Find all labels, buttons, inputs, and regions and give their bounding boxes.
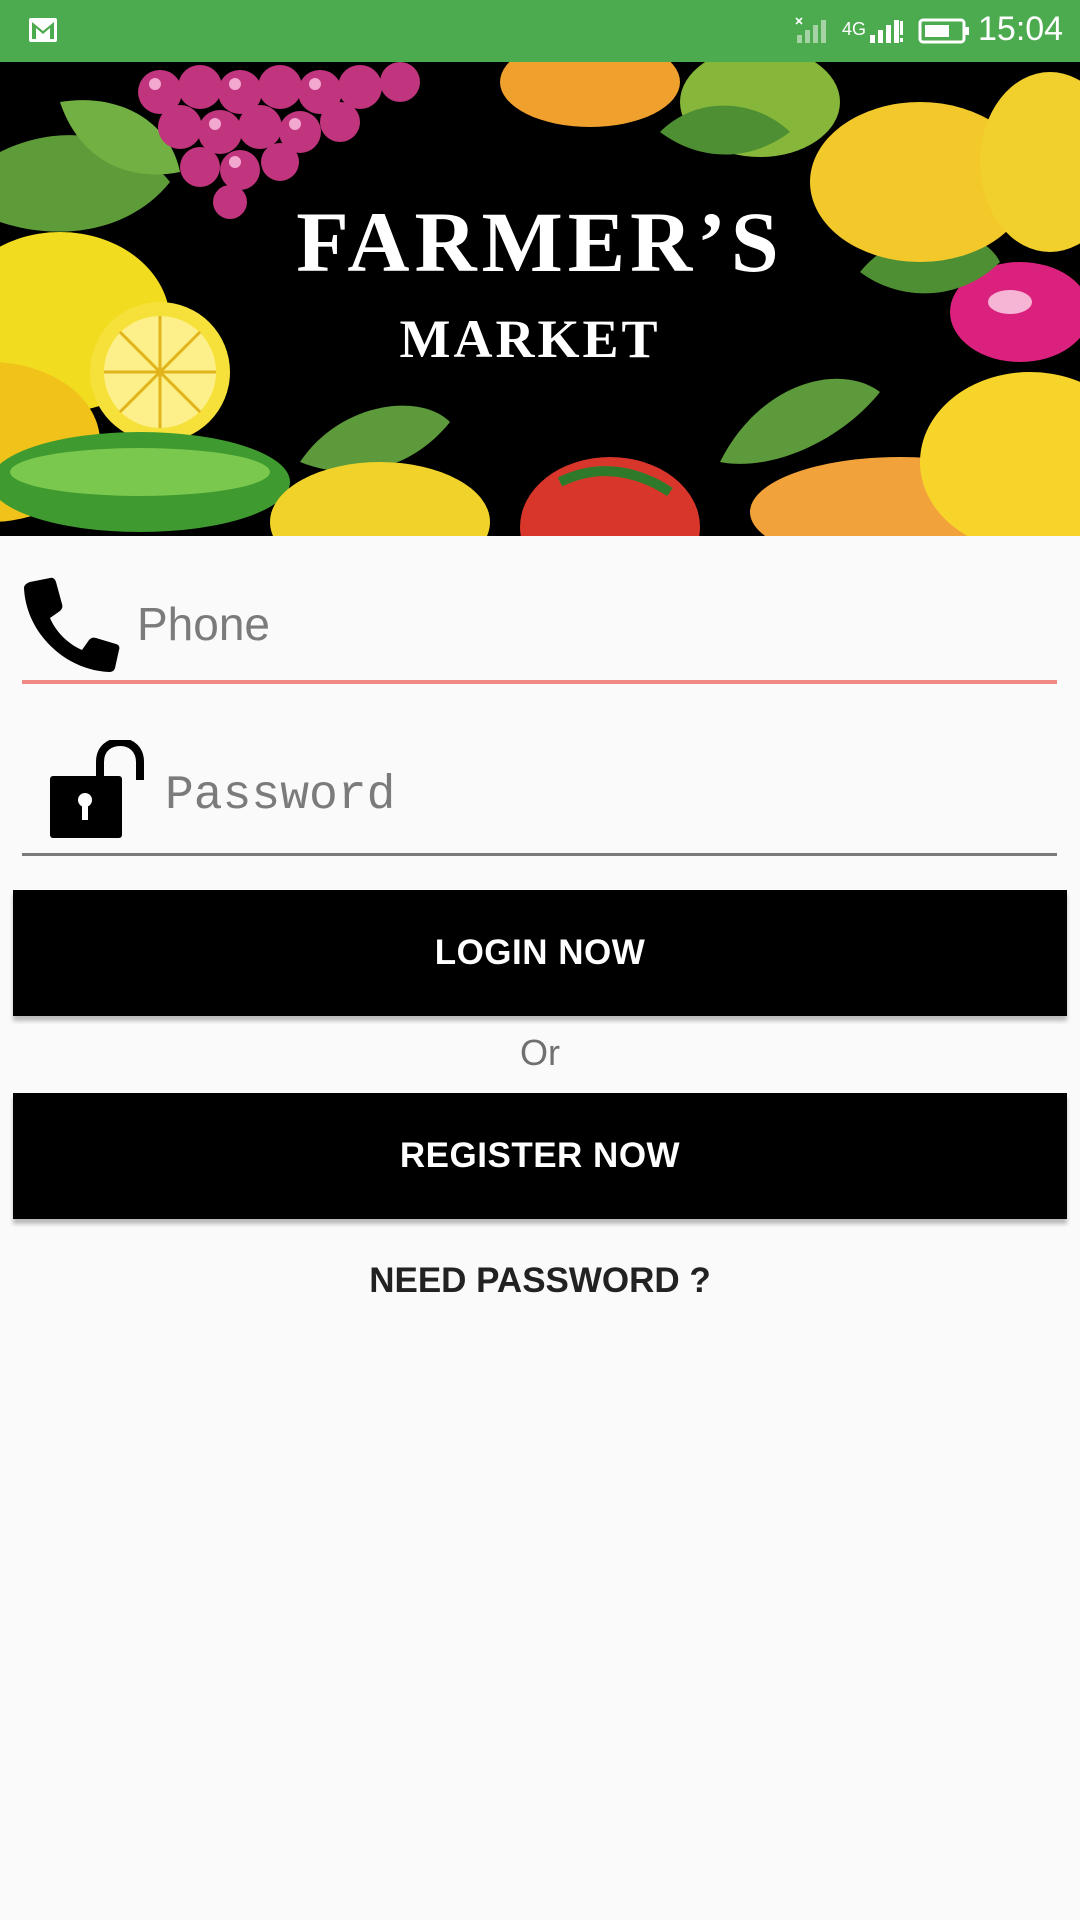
lock-open-icon (50, 740, 144, 838)
battery-icon (918, 18, 969, 44)
farmers-market-banner: FARMER’S MARKET (0, 62, 1080, 536)
signal-icon (870, 20, 903, 43)
fruit-border-illustration (0, 62, 1080, 536)
phone-icon (24, 577, 120, 672)
phone-input[interactable] (135, 590, 1039, 658)
or-divider-label: Or (520, 1032, 560, 1073)
status-bar: 4G 15:04 (0, 0, 1080, 62)
network-type-label: 4G (842, 19, 867, 39)
password-field (22, 720, 1057, 856)
need-password-link[interactable]: NEED PASSWORD ? (0, 1261, 1080, 1301)
sim-off-icon (795, 17, 826, 43)
password-input[interactable] (163, 760, 1047, 832)
status-clock: 15:04 (978, 10, 1064, 48)
banner-title: FARMER’S (296, 194, 784, 290)
login-button[interactable]: LOGIN NOW (13, 890, 1067, 1016)
phone-field (22, 560, 1057, 684)
banner-subtitle: MARKET (399, 309, 661, 369)
register-button[interactable]: REGISTER NOW (13, 1093, 1067, 1219)
gmail-icon (29, 18, 57, 42)
